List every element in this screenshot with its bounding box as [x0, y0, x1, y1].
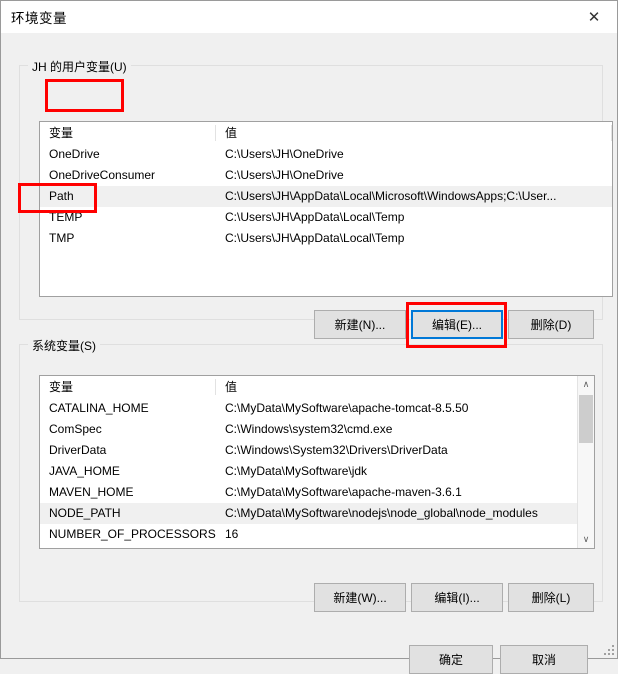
edit-user-variable-button[interactable]: 编辑(E)... — [411, 310, 503, 339]
user-variable-value: C:\Users\JH\OneDrive — [225, 168, 344, 182]
table-row[interactable]: MAVEN_HOME C:\MyData\MySoftware\apache-ma… — [40, 482, 594, 503]
scroll-down-icon[interactable]: ∨ — [578, 531, 594, 548]
system-variables-list[interactable]: 变量 值 CATALINA_HOME C:\MyData\MySoftware\a… — [39, 375, 595, 549]
system-column-header-name[interactable]: 变量 — [40, 376, 216, 398]
user-variable-value: C:\Users\JH\OneDrive — [225, 147, 344, 161]
user-variables-group: JH 的用户变量(U) 变量 值 OneDrive C:\Users\JH\One… — [19, 58, 613, 320]
system-variable-value: C:\Windows\system32\cmd.exe — [225, 422, 393, 436]
system-list-scrollbar[interactable]: ∧ ∨ — [577, 376, 594, 548]
system-variable-name: CATALINA_HOME — [49, 401, 149, 415]
close-icon: ✕ — [587, 7, 601, 26]
user-variables-legend: JH 的用户变量(U) — [28, 58, 131, 75]
close-button[interactable]: ✕ — [571, 1, 617, 33]
system-list-rows: CATALINA_HOME C:\MyData\MySoftware\apache… — [40, 398, 594, 545]
edit-system-variable-button[interactable]: 编辑(I)... — [411, 583, 503, 612]
environment-variables-dialog: 环境变量 ✕ JH 的用户变量(U) 变量 值 OneDrive C:\Users… — [0, 0, 618, 674]
user-variable-value: C:\Users\JH\AppData\Local\Temp — [225, 210, 405, 224]
table-row[interactable]: TMP C:\Users\JH\AppData\Local\Temp — [40, 228, 612, 249]
scrollbar-thumb[interactable] — [579, 395, 593, 443]
system-variables-group: 系统变量(S) 变量 值 CATALINA_HOME C:\MyData\MySo… — [19, 337, 603, 602]
system-variable-name: JAVA_HOME — [49, 464, 120, 478]
table-row[interactable]: TEMP C:\Users\JH\AppData\Local\Temp — [40, 207, 612, 228]
user-variable-name: OneDriveConsumer — [49, 168, 156, 182]
ok-button[interactable]: 确定 — [409, 645, 493, 674]
system-variable-name: DriverData — [49, 443, 107, 457]
system-variable-name: ComSpec — [49, 422, 102, 436]
user-list-rows: OneDrive C:\Users\JH\OneDrive OneDriveCons… — [40, 144, 612, 249]
user-variable-name: OneDrive — [49, 147, 100, 161]
resize-grip-icon[interactable] — [602, 643, 614, 655]
table-row[interactable]: DriverData C:\Windows\System32\Drivers\Dr… — [40, 440, 594, 461]
system-variable-value: C:\Windows\System32\Drivers\DriverData — [225, 443, 448, 457]
title-bar: 环境变量 ✕ — [1, 1, 617, 33]
table-row[interactable]: JAVA_HOME C:\MyData\MySoftware\jdk — [40, 461, 594, 482]
system-variable-value: C:\MyData\MySoftware\jdk — [225, 464, 368, 478]
system-variable-value: C:\MyData\MySoftware\nodejs\node_global\… — [225, 506, 538, 520]
system-variables-legend: 系统变量(S) — [28, 337, 100, 354]
window-title: 环境变量 — [11, 11, 67, 26]
table-row[interactable]: NUMBER_OF_PROCESSORS 16 — [40, 524, 594, 545]
table-row[interactable]: NODE_PATH C:\MyData\MySoftware\nodejs\nod… — [40, 503, 594, 524]
user-variable-value: C:\Users\JH\AppData\Local\Temp — [225, 231, 405, 245]
column-divider — [611, 125, 612, 141]
system-variable-name: NUMBER_OF_PROCESSORS — [49, 527, 216, 541]
system-list-header: 变量 值 — [40, 376, 594, 398]
table-row[interactable]: CATALINA_HOME C:\MyData\MySoftware\apache… — [40, 398, 594, 419]
new-user-variable-button[interactable]: 新建(N)... — [314, 310, 406, 339]
dialog-body: JH 的用户变量(U) 变量 值 OneDrive C:\Users\JH\One… — [1, 33, 617, 674]
table-row[interactable]: Path C:\Users\JH\AppData\Local\Microsoft\… — [40, 186, 612, 207]
user-variable-name: Path — [49, 189, 74, 203]
table-row[interactable]: OneDrive C:\Users\JH\OneDrive — [40, 144, 612, 165]
system-variable-name: MAVEN_HOME — [49, 485, 134, 499]
system-variable-value: 16 — [225, 527, 239, 541]
delete-system-variable-button[interactable]: 删除(L) — [508, 583, 594, 612]
delete-user-variable-button[interactable]: 删除(D) — [508, 310, 594, 339]
system-variable-value: C:\MyData\MySoftware\apache-tomcat-8.5.5… — [225, 401, 469, 415]
cancel-button[interactable]: 取消 — [500, 645, 588, 674]
user-variable-value: C:\Users\JH\AppData\Local\Microsoft\Wind… — [225, 189, 557, 203]
user-variable-name: TMP — [49, 231, 75, 245]
system-variable-name: NODE_PATH — [49, 506, 121, 520]
system-variable-value: C:\MyData\MySoftware\apache-maven-3.6.1 — [225, 485, 462, 499]
user-column-header-name[interactable]: 变量 — [40, 122, 216, 144]
system-column-header-value[interactable]: 值 — [216, 376, 594, 398]
new-system-variable-button[interactable]: 新建(W)... — [314, 583, 406, 612]
table-row[interactable]: ComSpec C:\Windows\system32\cmd.exe — [40, 419, 594, 440]
user-variable-name: TEMP — [49, 210, 83, 224]
table-row[interactable]: OneDriveConsumer C:\Users\JH\OneDrive — [40, 165, 612, 186]
scroll-up-icon[interactable]: ∧ — [578, 376, 594, 393]
user-variables-list[interactable]: 变量 值 OneDrive C:\Users\JH\OneDrive OneDriv… — [39, 121, 613, 297]
user-column-header-value[interactable]: 值 — [216, 122, 612, 144]
user-list-header: 变量 值 — [40, 122, 612, 144]
